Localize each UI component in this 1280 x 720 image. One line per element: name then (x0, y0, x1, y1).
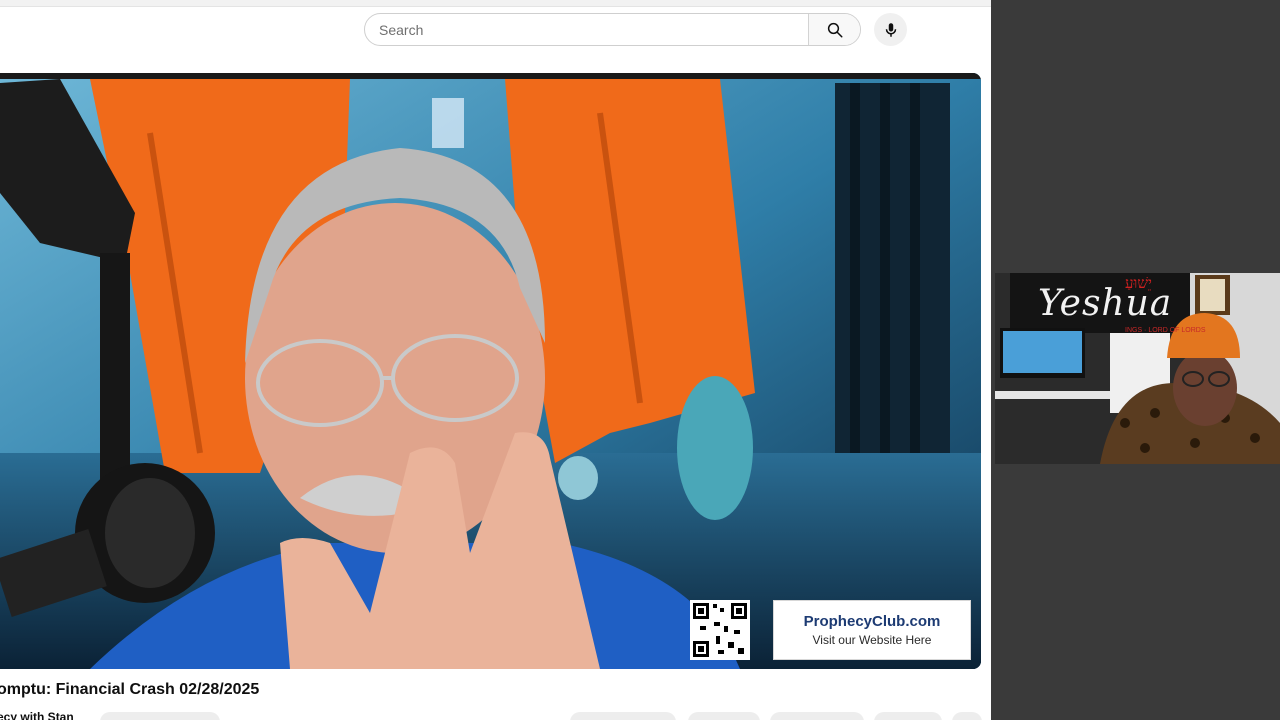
webcam-banner-text: Yeshua (1038, 283, 1173, 324)
search-button[interactable] (808, 14, 860, 45)
download-button[interactable] (770, 712, 864, 720)
webcam-tagline: INGS · LORD OF LORDS (1125, 327, 1206, 334)
save-button[interactable] (874, 712, 942, 720)
microphone-icon (885, 22, 896, 37)
share-button[interactable] (688, 712, 760, 720)
more-actions-button[interactable] (952, 712, 982, 720)
sponsor-card[interactable]: ProphecyClub.com Visit our Website Here (773, 600, 971, 660)
video-player[interactable]: ProphecyClub.com Visit our Website Here (0, 73, 981, 669)
like-dislike-button[interactable] (570, 712, 676, 720)
search-bar (364, 13, 861, 46)
search-icon (827, 22, 842, 37)
top-edge (0, 0, 991, 7)
video-frame (0, 73, 981, 669)
search-input[interactable] (365, 14, 808, 45)
qr-code (690, 600, 750, 660)
video-title: omptu: Financial Crash 02/28/2025 (0, 681, 260, 698)
subscribe-button[interactable] (100, 712, 220, 720)
sponsor-url: ProphecyClub.com (803, 613, 941, 630)
browser-window: ProphecyClub.com Visit our Website Here … (0, 0, 991, 720)
sponsor-subtitle: Visit our Website Here (812, 633, 932, 647)
voice-search-button[interactable] (874, 13, 907, 46)
channel-name[interactable]: ecy with Stan (0, 710, 74, 720)
webcam-hebrew-text: יֵשׁוּעַ (1125, 274, 1152, 292)
